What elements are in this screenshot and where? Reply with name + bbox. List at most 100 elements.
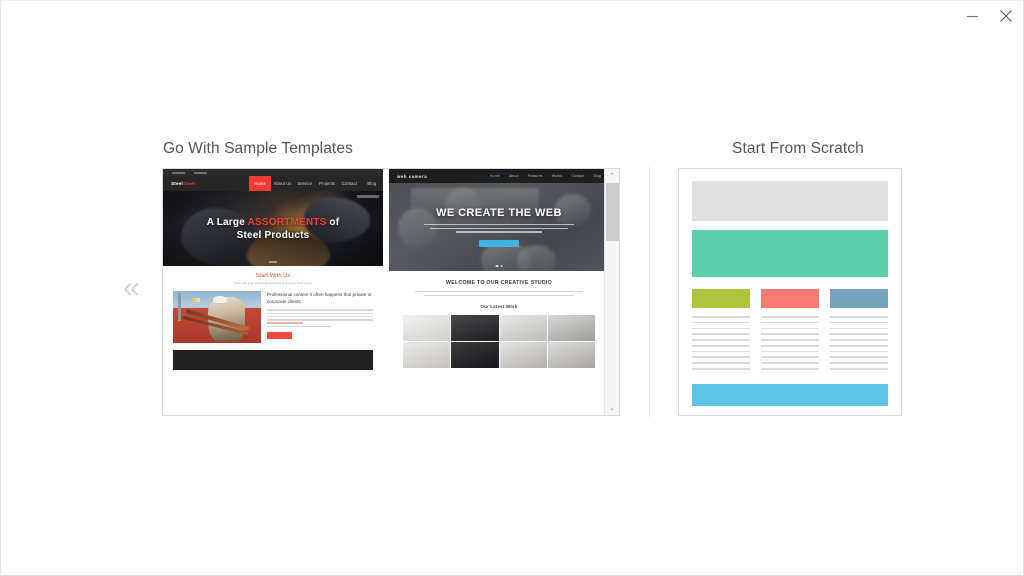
template2-nav-item-about: About (508, 174, 519, 178)
panel-divider (649, 167, 650, 417)
template1-nav-item-about: About Us (273, 181, 292, 186)
template1-nav-item-service: Service (297, 181, 313, 186)
slider-dot (495, 264, 498, 267)
text-line (692, 333, 750, 335)
text-line (414, 291, 584, 293)
template-card-steel-products[interactable]: Steel Steel Home About Us Service Project… (163, 169, 383, 415)
template2-nav-item-works: Works (551, 174, 563, 178)
template2-nav-item-contact: Contact (571, 174, 585, 178)
wireframe-hero-block (692, 230, 888, 277)
text-line (692, 350, 750, 353)
template1-hero-image: A Large ASSORTMENTS of Steel Products (163, 191, 383, 266)
title-bar (1, 1, 1023, 35)
text-line (830, 344, 888, 347)
text-line (692, 327, 750, 330)
wireframe-lines (692, 316, 750, 370)
template2-hero-image: WE CREATE THE WEB (389, 183, 604, 271)
template2-gallery (403, 314, 595, 368)
template2-cta-button (479, 240, 519, 248)
template1-body: Start With Us Travel with great elegant … (163, 266, 383, 370)
close-button[interactable] (989, 1, 1023, 31)
text-line (692, 321, 750, 324)
gallery-item (403, 341, 451, 368)
template2-logo: web camera (397, 173, 428, 179)
templates-scrollbar[interactable]: ⌃ ⌄ (604, 169, 619, 415)
text-line (830, 356, 888, 359)
previous-templates-arrow-icon[interactable]: « (123, 273, 140, 303)
template1-section-heading: Start With Us (255, 273, 291, 279)
template1-text-column: Professional context it often happens th… (267, 291, 373, 343)
wireframe-footer-block (692, 383, 888, 406)
template1-top-link (194, 171, 207, 174)
app-window: Go With Sample Templates Start From Scra… (0, 0, 1024, 576)
text-line (761, 362, 819, 364)
text-line (267, 325, 331, 328)
template1-top-link (172, 171, 185, 174)
template1-hero-headline-accent: ASSORTMENTS (247, 216, 327, 228)
text-line (761, 321, 819, 324)
wireframe-lines (830, 316, 888, 370)
start-from-scratch-card[interactable] (678, 168, 902, 416)
template1-photo-crane (178, 293, 181, 322)
templates-scroll-view[interactable]: Steel Steel Home About Us Service Project… (163, 169, 604, 415)
template1-hero-text: A Large ASSORTMENTS of Steel Products (163, 191, 383, 266)
text-line (761, 350, 819, 353)
scroll-down-arrow-icon[interactable]: ⌄ (605, 401, 620, 415)
gallery-item (451, 314, 499, 341)
template1-nav-item-home: Home (249, 176, 272, 191)
text-line (424, 223, 574, 226)
template1-section-subtitle: Travel with great elegant and beautiful … (233, 282, 313, 285)
template1-nav-item-contact: Contact (341, 181, 358, 186)
template1-logo: Steel Steel (163, 176, 249, 191)
template1-top-bar (163, 169, 383, 176)
template1-hero-badge (357, 195, 379, 198)
template1-logo-accent: Steel (182, 181, 195, 186)
gallery-item (403, 314, 451, 341)
wireframe-columns (692, 289, 888, 374)
template1-hero-headline-2: Steel Products (236, 229, 310, 241)
minimize-button[interactable] (955, 1, 989, 31)
text-line (761, 327, 819, 330)
scrollbar-thumb[interactable] (606, 183, 619, 241)
wireframe-column (692, 289, 750, 374)
wireframe-chip (692, 289, 750, 308)
template1-photo (173, 291, 261, 343)
text-line (267, 315, 373, 318)
text-line (692, 362, 750, 364)
wireframe-chip (830, 289, 888, 308)
text-line (761, 344, 819, 347)
gallery-item (499, 341, 547, 368)
template1-nav-item-blog: Blog (367, 181, 377, 186)
template2-gallery-heading: Our Latest Work (480, 303, 518, 309)
scroll-up-arrow-icon[interactable]: ⌃ (605, 169, 620, 183)
template1-footer (173, 350, 373, 370)
slider-dot (500, 264, 503, 267)
template1-nav-items: Home About Us Service Projects Contact B… (249, 176, 383, 191)
text-line (455, 231, 543, 233)
text-line (761, 368, 819, 370)
template2-section-heading: WELCOME TO OUR CREATIVE STUDIO (446, 280, 552, 286)
template1-columns: Professional context it often happens th… (173, 291, 373, 343)
text-line-highlight (267, 322, 304, 324)
gallery-item (451, 341, 499, 368)
template1-nav-item-projects: Projects (319, 181, 336, 186)
template1-photo-flag (192, 298, 201, 302)
template2-nav-bar: web camera Home About Features Works Con… (389, 169, 604, 183)
text-line (267, 312, 373, 314)
text-line (424, 294, 574, 296)
text-line (830, 333, 888, 335)
wireframe-header-block (692, 181, 888, 221)
scrollbar-track[interactable] (605, 183, 619, 401)
text-line (761, 316, 819, 318)
template1-hero-indicator (269, 261, 277, 263)
template2-hero-headline: WE CREATE THE WEB (436, 206, 562, 219)
close-icon (1000, 10, 1012, 22)
template1-logo-text: Steel (171, 181, 183, 186)
text-line (830, 350, 888, 353)
template-card-web-studio[interactable]: web camera Home About Features Works Con… (389, 169, 604, 415)
template2-hero-text: WE CREATE THE WEB (389, 183, 604, 271)
template2-hero-paragraph (424, 223, 574, 235)
wireframe-column (761, 289, 819, 374)
text-line (761, 339, 819, 341)
template2-nav-item-blog: Blog (593, 174, 601, 178)
